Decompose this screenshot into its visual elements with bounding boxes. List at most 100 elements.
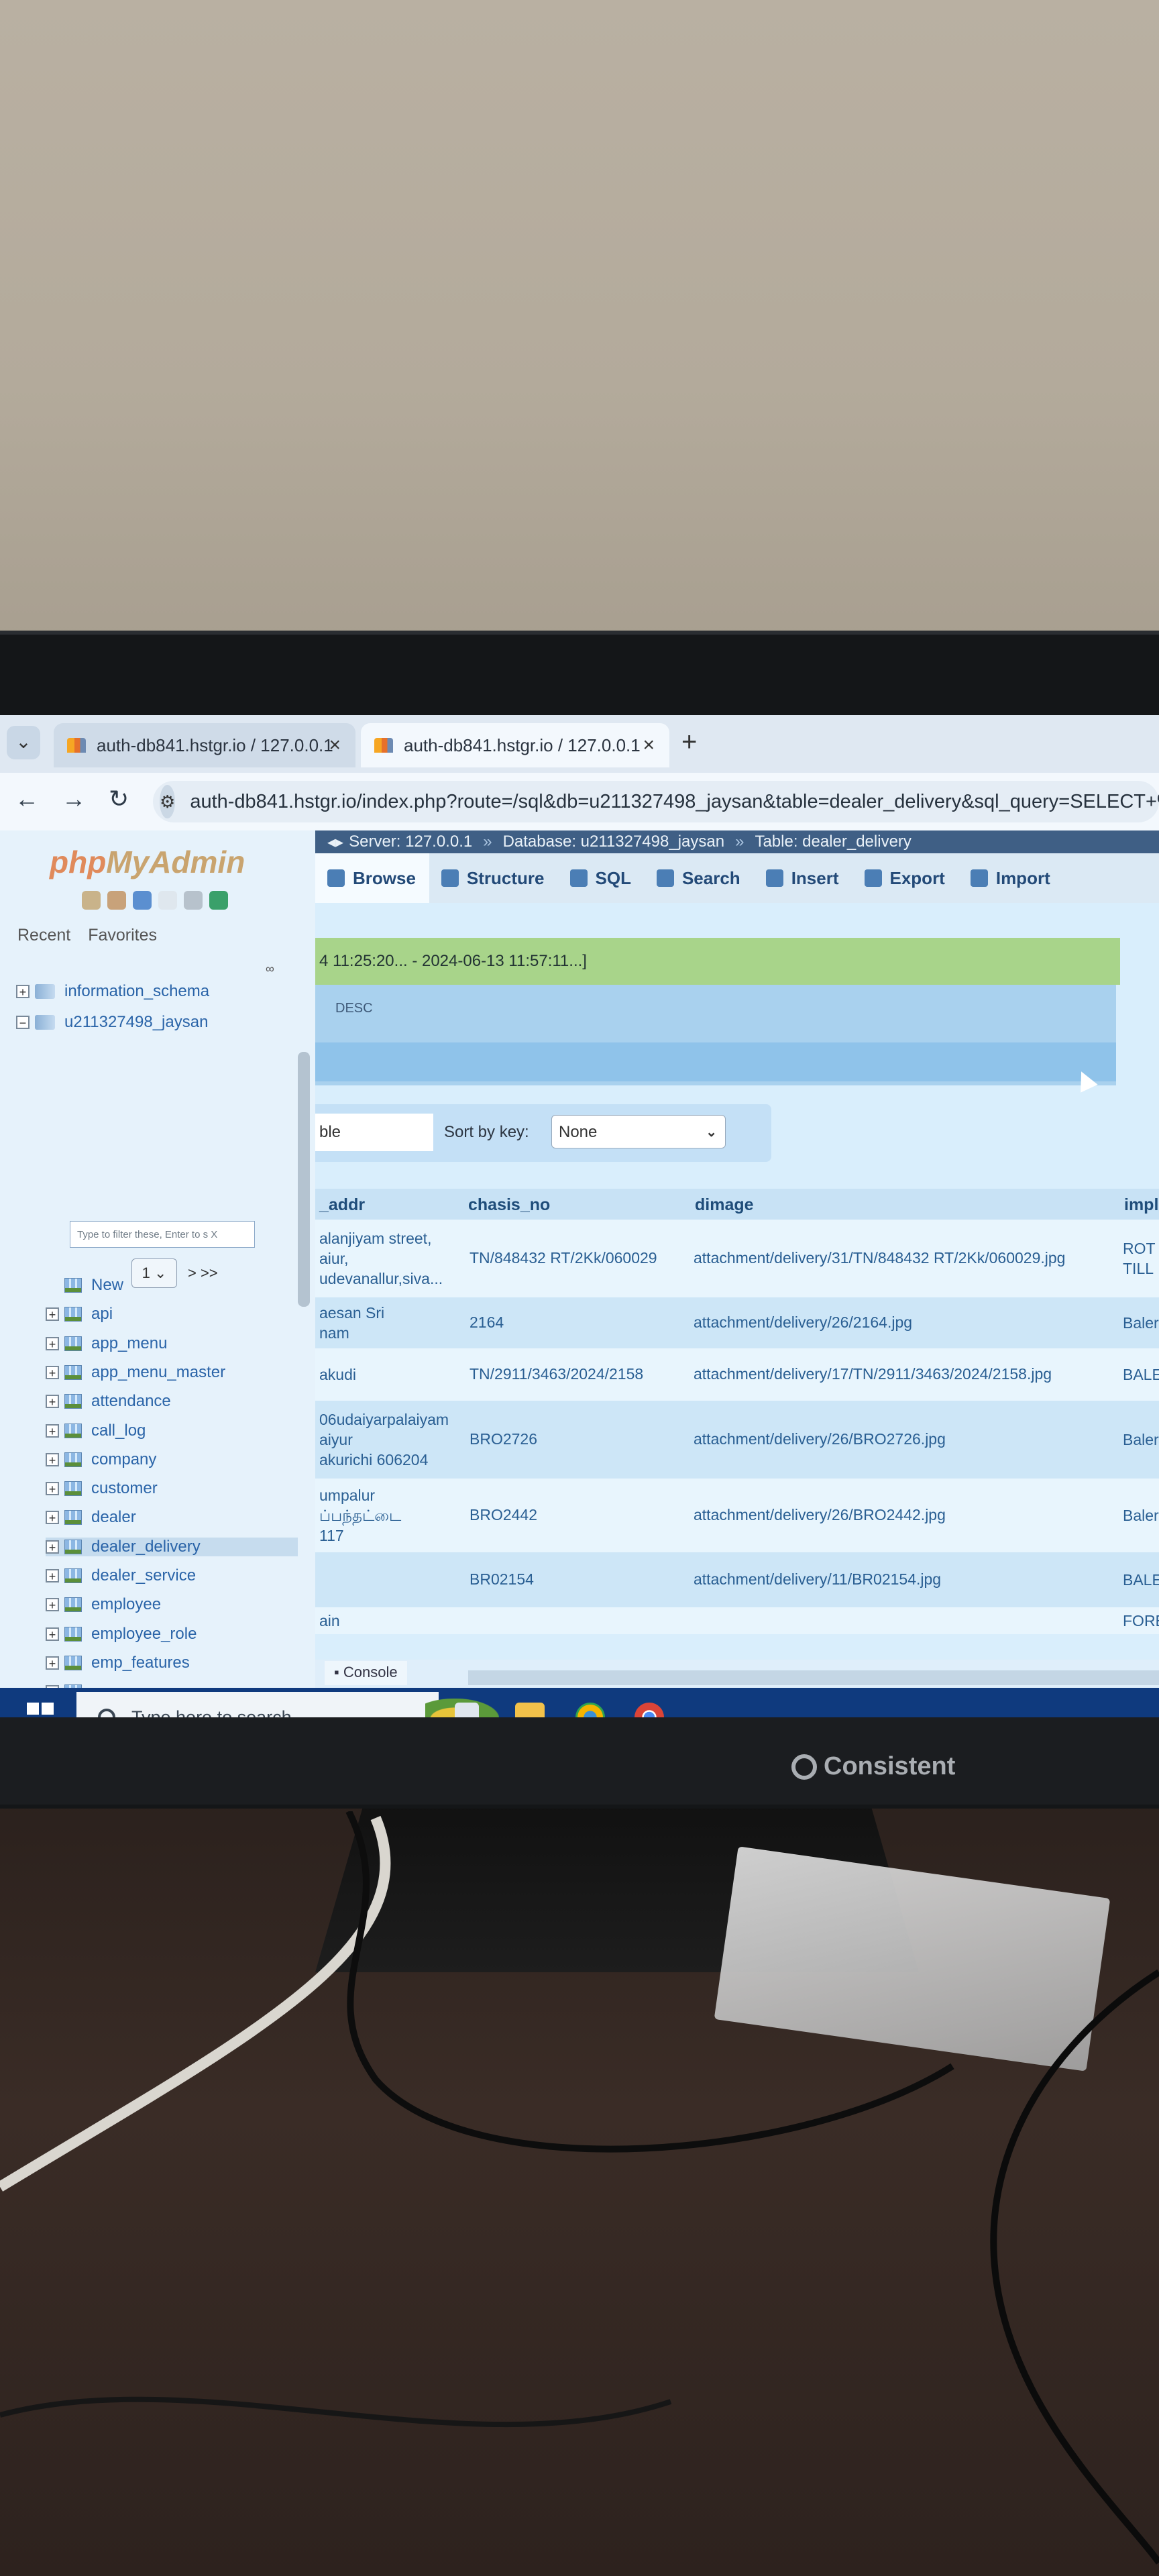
expand-icon[interactable]: +	[46, 1598, 59, 1612]
back-arrow-icon[interactable]: ←	[15, 785, 39, 813]
col-dimage[interactable]: dimage	[695, 1195, 754, 1215]
table-row[interactable]: 06udaiyarpalaiyam aiyur akurichi 606204 BRO…	[315, 1401, 1159, 1479]
expand-icon[interactable]: +	[46, 1540, 59, 1554]
table-name[interactable]: customer	[91, 1479, 158, 1498]
table-item[interactable]: + dealer_delivery	[46, 1537, 298, 1556]
console-button[interactable]: ▪ Console	[325, 1661, 407, 1685]
table-name[interactable]: dealer_delivery	[91, 1538, 201, 1556]
table-item[interactable]: + app_menu_master	[46, 1363, 225, 1382]
tab-import[interactable]: Import	[958, 853, 1064, 903]
db-name[interactable]: u211327498_jaysan	[64, 1013, 208, 1032]
table-item[interactable]: + api	[46, 1305, 113, 1324]
close-tab-icon[interactable]: ×	[643, 734, 655, 757]
table-name[interactable]: employee_role	[91, 1625, 197, 1644]
expand-icon[interactable]: +	[46, 1395, 59, 1409]
col-addr[interactable]: _addr	[319, 1195, 365, 1215]
help-icon[interactable]	[133, 891, 152, 910]
breadcrumb-database[interactable]: Database: u211327498_jaysan	[503, 833, 725, 851]
db-information-schema[interactable]: + information_schema	[16, 982, 209, 1001]
col-chasis-no[interactable]: chasis_no	[468, 1195, 550, 1215]
browser-tab-1[interactable]: auth-db841.hstgr.io / 127.0.0.1 ×	[54, 723, 355, 767]
tab-sql[interactable]: SQL	[558, 853, 645, 903]
table-name[interactable]: call_log	[91, 1421, 146, 1440]
tab-list-chevron-icon[interactable]: ⌄	[7, 726, 40, 759]
settings-gear-icon[interactable]	[184, 891, 203, 910]
tab-search[interactable]: Search	[645, 853, 754, 903]
page-select[interactable]: 1 ⌄	[131, 1258, 177, 1288]
breadcrumb-table[interactable]: Table: dealer_delivery	[755, 833, 911, 851]
expand-icon[interactable]: +	[46, 1569, 59, 1582]
next-page-link[interactable]: > >>	[188, 1265, 218, 1282]
tab-structure[interactable]: Structure	[429, 853, 558, 903]
expand-icon[interactable]: +	[46, 1452, 59, 1466]
url-text[interactable]: auth-db841.hstgr.io/index.php?route=/sql…	[190, 791, 1159, 813]
expand-icon[interactable]: +	[46, 1511, 59, 1525]
table-row[interactable]: alanjiyam street, aiur, udevanallur,siva..…	[315, 1220, 1159, 1297]
table-name[interactable]: attendance	[91, 1392, 171, 1411]
table-item[interactable]: + call_log	[46, 1421, 146, 1440]
table-item[interactable]: + dealer	[46, 1508, 136, 1527]
db-u211327498-jaysan[interactable]: − u211327498_jaysan	[16, 1013, 208, 1032]
new-table-link[interactable]: New	[64, 1276, 123, 1295]
table-name[interactable]: employee	[91, 1595, 161, 1614]
taskbar-search[interactable]: Type here to search	[76, 1692, 499, 1717]
recent-tab[interactable]: Recent	[17, 926, 70, 945]
task-view-icon[interactable]	[455, 1703, 479, 1717]
table-name[interactable]: app_menu	[91, 1334, 167, 1353]
favorites-tab[interactable]: Favorites	[88, 926, 157, 945]
expand-icon[interactable]: +	[46, 1627, 59, 1641]
table-item[interactable]: + attendance	[46, 1392, 171, 1411]
site-settings-icon[interactable]: ⚙	[160, 785, 176, 818]
table-row[interactable]: aesan Sri nam 2164 attachment/delivery/26/2…	[315, 1297, 1159, 1348]
address-bar[interactable]: ⚙ auth-db841.hstgr.io/index.php?route=/s…	[153, 781, 1159, 822]
table-item[interactable]: + customer	[46, 1479, 158, 1498]
table-item[interactable]: + app_menu	[46, 1334, 167, 1353]
collapse-nav-arrow-icon[interactable]: ◂▸	[327, 833, 343, 852]
table-row[interactable]: akudi TN/2911/3463/2024/2158 attachment/de…	[315, 1348, 1159, 1401]
tab-insert[interactable]: Insert	[754, 853, 852, 903]
col-impl[interactable]: impl	[1124, 1195, 1158, 1215]
table-name[interactable]: dealer	[91, 1508, 136, 1527]
expand-icon[interactable]: +	[46, 1365, 59, 1379]
filter-rows-input[interactable]: ble	[315, 1114, 433, 1151]
expand-icon[interactable]: +	[46, 1482, 59, 1496]
close-tab-icon[interactable]: ×	[329, 734, 341, 757]
table-item[interactable]: + employee_role	[46, 1625, 197, 1644]
reload-icon[interactable]: ↻	[109, 785, 129, 813]
db-name[interactable]: information_schema	[64, 982, 209, 1001]
horizontal-scrollbar[interactable]	[468, 1670, 1159, 1685]
link-with-main-icon[interactable]: ∞	[266, 962, 274, 976]
home-icon[interactable]	[82, 891, 101, 910]
forward-arrow-icon[interactable]: →	[62, 785, 86, 813]
table-item[interactable]: + emp_features	[46, 1654, 190, 1672]
table-row[interactable]: BR02154 attachment/delivery/11/BR02154.jp…	[315, 1552, 1159, 1607]
table-name[interactable]: api	[91, 1305, 113, 1324]
tab-export[interactable]: Export	[852, 853, 958, 903]
expand-icon[interactable]: +	[16, 985, 30, 998]
table-row[interactable]: umpalur ப்பந்தட்டை 117 BRO2442 attachment/de…	[315, 1479, 1159, 1552]
table-name[interactable]: company	[91, 1450, 156, 1469]
table-name[interactable]: emp_features	[91, 1654, 190, 1672]
breadcrumb-server[interactable]: Server: 127.0.0.1	[349, 833, 472, 851]
expand-icon[interactable]: +	[46, 1656, 59, 1670]
docs-icon[interactable]	[158, 891, 177, 910]
sort-by-key-select[interactable]: None ⌄	[551, 1115, 726, 1148]
table-name[interactable]: dealer_service	[91, 1566, 196, 1585]
browser-tab-2-active[interactable]: auth-db841.hstgr.io / 127.0.0.1 ×	[361, 723, 669, 767]
reload-nav-icon[interactable]	[209, 891, 228, 910]
table-item[interactable]: + employee	[46, 1595, 161, 1614]
tab-browse[interactable]: Browse	[315, 853, 429, 903]
expand-icon[interactable]: +	[46, 1307, 59, 1322]
new-tab-button[interactable]: +	[681, 727, 697, 757]
logout-icon[interactable]	[107, 891, 126, 910]
expand-icon[interactable]: +	[46, 1424, 59, 1438]
expand-icon[interactable]: +	[46, 1336, 59, 1350]
table-item[interactable]: + dealer_service	[46, 1566, 196, 1585]
table-item[interactable]: + company	[46, 1450, 156, 1469]
table-name[interactable]: app_menu_master	[91, 1363, 225, 1382]
collapse-icon[interactable]: −	[16, 1016, 30, 1029]
table-row[interactable]: ain FORE	[315, 1607, 1159, 1634]
windows-start-icon[interactable]	[27, 1703, 54, 1717]
nav-scrollbar[interactable]	[298, 1052, 310, 1307]
phpmyadmin-logo[interactable]: phpMyAdmin	[50, 844, 245, 880]
